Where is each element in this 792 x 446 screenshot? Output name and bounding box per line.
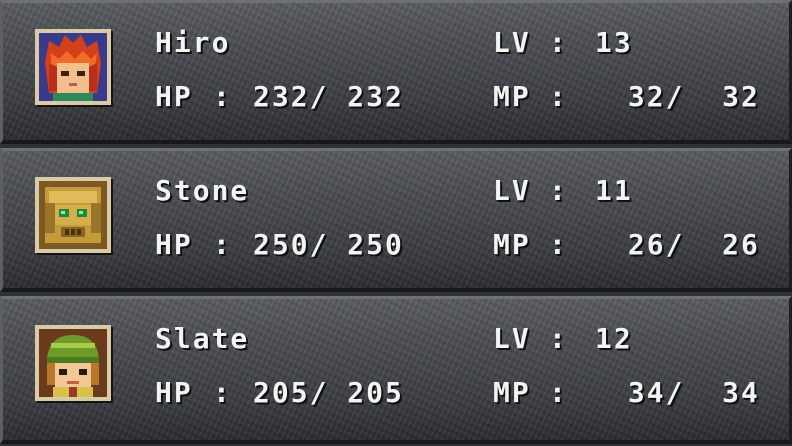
lv-colon: :: [549, 26, 568, 59]
hp-label: HP: [155, 228, 193, 261]
hp-label: HP: [155, 376, 193, 409]
mp-value: 34/ 34: [609, 376, 760, 409]
lv-colon: :: [549, 174, 568, 207]
party-status-screen: Hiro HP : 232/ 232 LV : 13 MP : 32/ 32 S…: [0, 0, 792, 446]
mp-colon: :: [549, 376, 568, 409]
hp-value: 205/ 205: [253, 376, 404, 409]
hp-value: 250/ 250: [253, 228, 404, 261]
party-member-panel-stone[interactable]: Stone HP : 250/ 250 LV : 11 MP : 26/ 26: [0, 148, 792, 292]
mp-label: MP: [493, 228, 531, 261]
hp-colon: :: [213, 376, 232, 409]
member-name: Slate: [155, 322, 250, 355]
hp-value: 232/ 232: [253, 80, 404, 113]
member-name: Hiro: [155, 26, 231, 59]
party-member-panel-hiro[interactable]: Hiro HP : 232/ 232 LV : 13 MP : 32/ 32: [0, 0, 792, 144]
mp-value: 26/ 26: [609, 228, 760, 261]
level-value: 13: [595, 26, 633, 59]
mp-colon: :: [549, 228, 568, 261]
hp-colon: :: [213, 228, 232, 261]
lv-label: LV: [493, 322, 531, 355]
golden-robot-portrait-icon: [35, 177, 111, 253]
red-haired-hero-portrait-icon: [35, 29, 111, 105]
hp-colon: :: [213, 80, 232, 113]
mp-label: MP: [493, 376, 531, 409]
lv-label: LV: [493, 174, 531, 207]
hp-label: HP: [155, 80, 193, 113]
member-name: Stone: [155, 174, 250, 207]
mp-colon: :: [549, 80, 568, 113]
party-member-panel-slate[interactable]: Slate HP : 205/ 205 LV : 12 MP : 34/ 34: [0, 296, 792, 444]
level-value: 11: [595, 174, 633, 207]
mp-value: 32/ 32: [609, 80, 760, 113]
mp-label: MP: [493, 80, 531, 113]
level-value: 12: [595, 322, 633, 355]
lv-label: LV: [493, 26, 531, 59]
lv-colon: :: [549, 322, 568, 355]
green-helmet-girl-portrait-icon: [35, 325, 111, 401]
